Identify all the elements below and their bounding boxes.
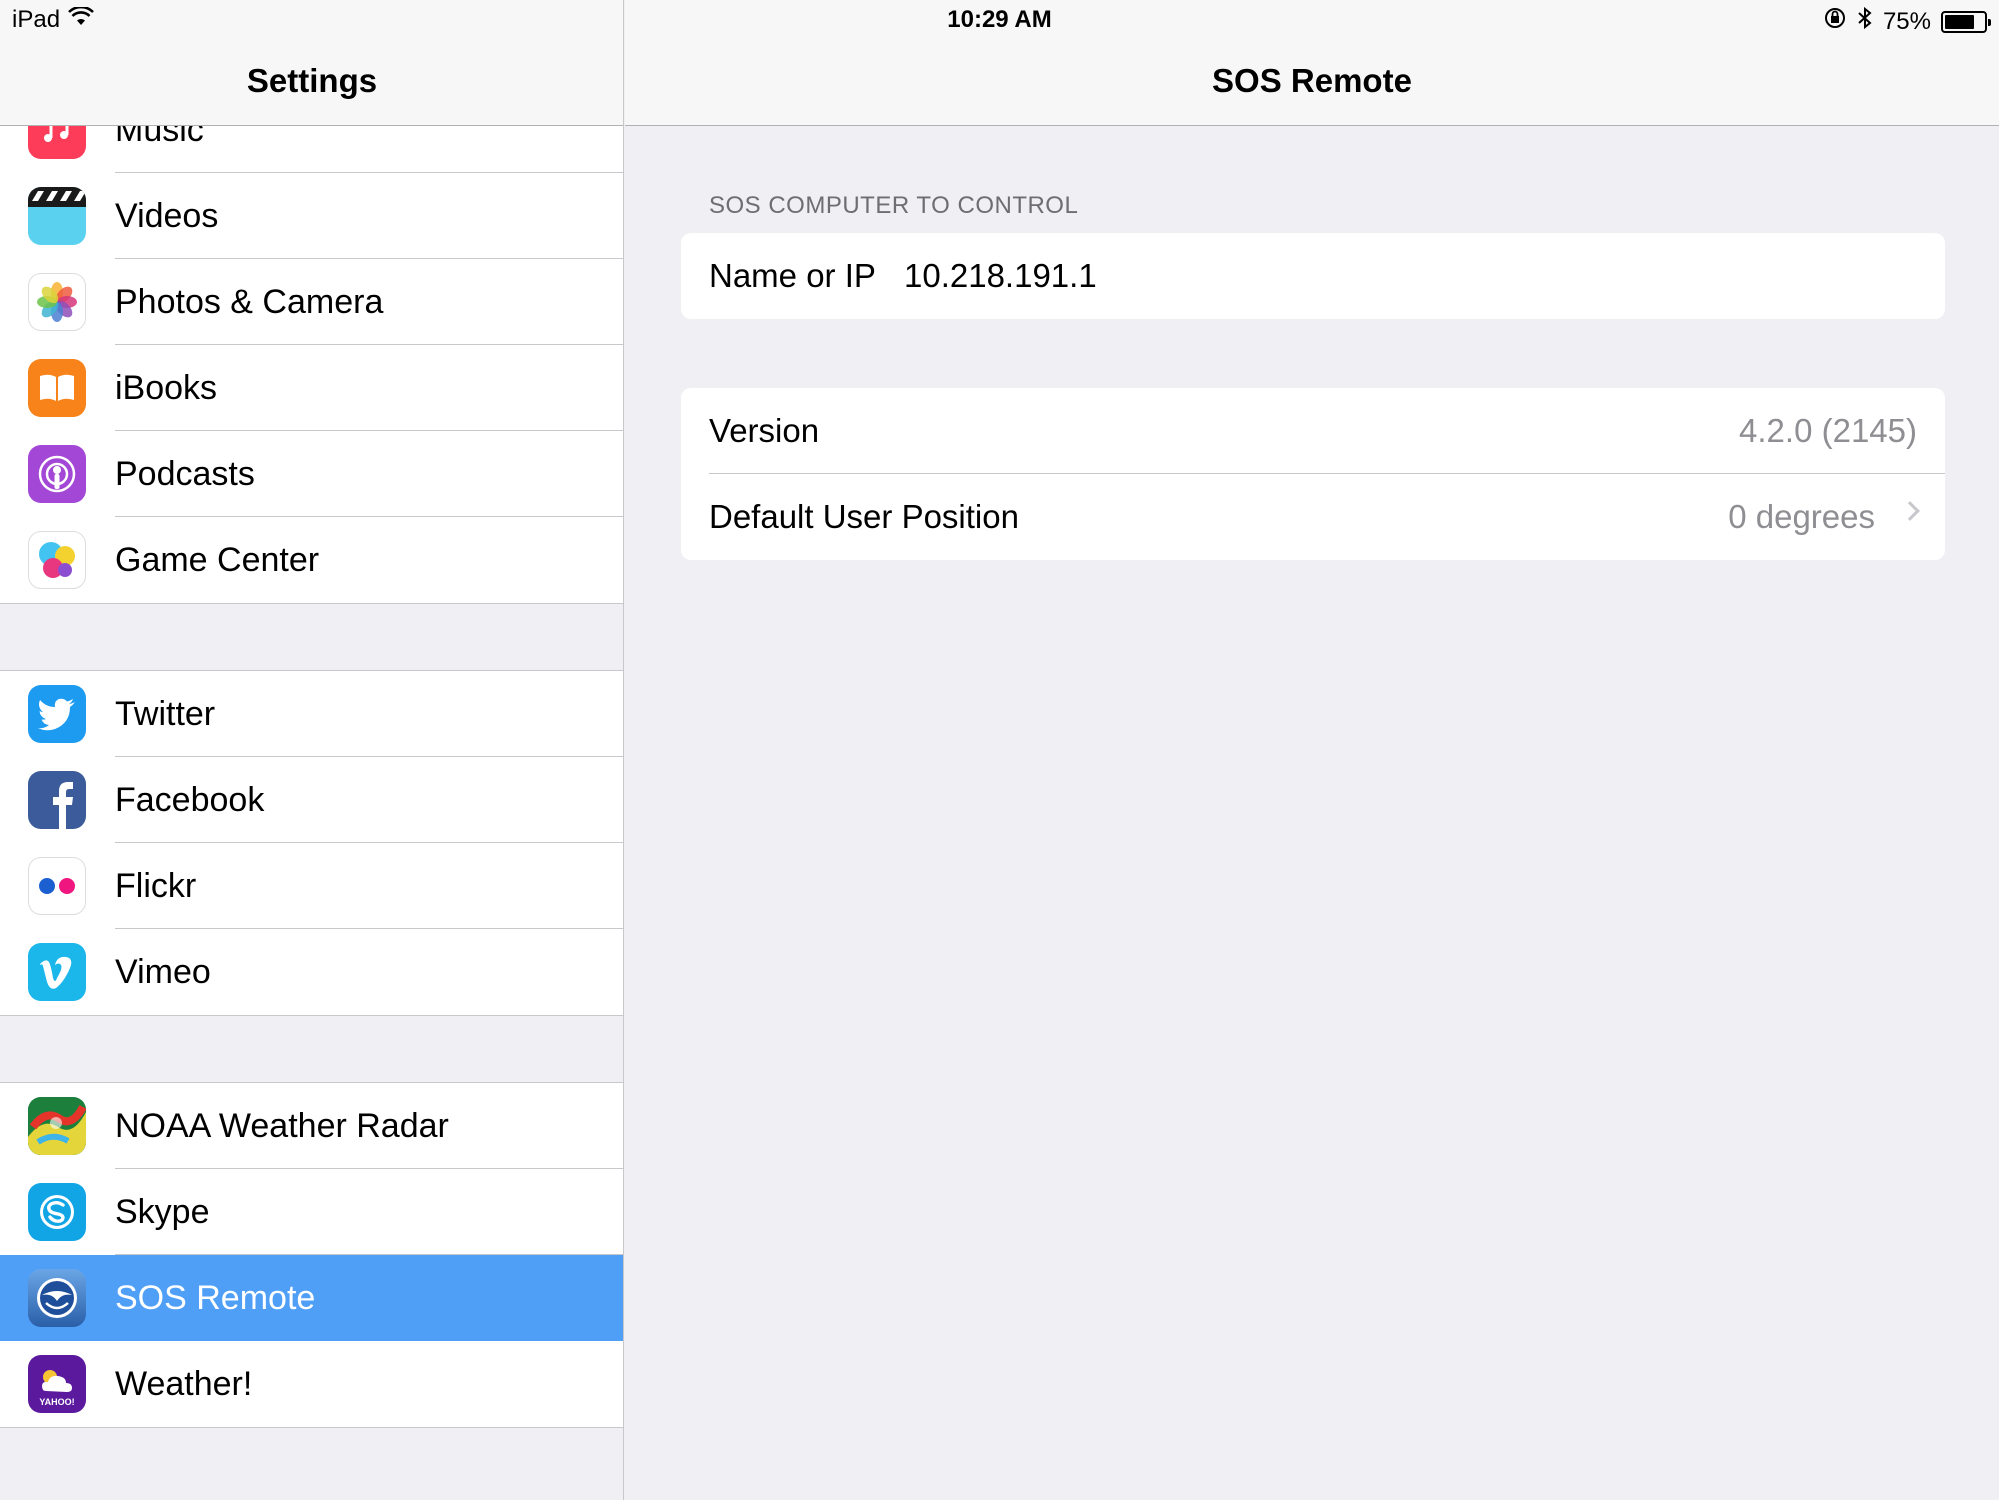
sidebar-item-label: Skype [115, 1192, 210, 1231]
sidebar-item-label: NOAA Weather Radar [115, 1106, 449, 1145]
settings-group-apps: NOAA Weather Radar Skype SOS Remote YAHO… [0, 1082, 623, 1428]
ibooks-icon [28, 359, 86, 417]
skype-icon [28, 1183, 86, 1241]
sidebar-item-label: Game Center [115, 540, 320, 579]
chevron-right-icon [1900, 501, 1920, 521]
info-card: Version 4.2.0 (2145) Default User Positi… [681, 388, 1945, 560]
photos-icon [28, 273, 86, 331]
battery-percent: 75% [1882, 7, 1931, 35]
sidebar-item-label: Photos & Camera [115, 282, 384, 321]
yahoo-weather-icon: YAHOO! [28, 1355, 86, 1413]
sidebar-item-weather[interactable]: YAHOO! Weather! [0, 1341, 623, 1427]
sidebar-item-podcasts[interactable]: Podcasts [0, 431, 623, 517]
game-center-icon [28, 531, 86, 589]
default-user-position-value: 0 degrees [1728, 498, 1875, 535]
status-time: 10:29 AM [947, 6, 1052, 33]
sidebar-item-flickr[interactable]: Flickr [0, 843, 623, 929]
podcasts-icon [28, 445, 86, 503]
version-value: 4.2.0 (2145) [1739, 412, 1917, 449]
sidebar-item-game-center[interactable]: Game Center [0, 517, 623, 603]
sidebar-title: Settings [246, 62, 378, 99]
sidebar-item-label: Twitter [115, 694, 216, 733]
sos-remote-icon [28, 1269, 86, 1327]
noaa-weather-radar-icon [28, 1097, 86, 1155]
sidebar-item-label: iBooks [115, 368, 218, 407]
sidebar-item-sos-remote[interactable]: SOS Remote [0, 1255, 623, 1341]
flickr-icon [28, 857, 86, 915]
settings-group-media: Music Videos Photos & Camera iBooks Podc… [0, 86, 623, 604]
computer-settings-card: Name or IP 10.218.191.1 [681, 233, 1945, 319]
sidebar-item-label: Videos [115, 196, 219, 235]
name-or-ip-row[interactable]: Name or IP 10.218.191.1 [681, 233, 1945, 319]
version-row: Version 4.2.0 (2145) [681, 388, 1945, 474]
page-title: SOS Remote [1212, 62, 1412, 99]
sidebar-item-facebook[interactable]: Facebook [0, 757, 623, 843]
sidebar-item-photos-camera[interactable]: Photos & Camera [0, 259, 623, 345]
section-header: SOS COMPUTER TO CONTROL [709, 192, 1079, 219]
sidebar-item-videos[interactable]: Videos [0, 173, 623, 259]
settings-group-social: Twitter Facebook Flickr Vimeo [0, 670, 623, 1016]
detail-pane: SOS Remote SOS COMPUTER TO CONTROL Name … [625, 0, 1999, 1500]
settings-sidebar: Settings Music Videos Photos & Camera iB… [0, 0, 624, 1500]
bluetooth-icon [1857, 6, 1873, 37]
sidebar-item-skype[interactable]: Skype [0, 1169, 623, 1255]
sidebar-item-label: SOS Remote [115, 1278, 316, 1317]
facebook-icon [28, 771, 86, 829]
name-or-ip-field[interactable]: 10.218.191.1 [904, 257, 1097, 295]
battery-icon [1941, 10, 1991, 33]
sidebar-item-label: Facebook [115, 780, 265, 819]
sidebar-item-label: Weather! [115, 1364, 253, 1403]
twitter-icon [28, 685, 86, 743]
videos-icon [28, 187, 86, 245]
battery-level [1945, 14, 1974, 29]
sidebar-item-label: Flickr [115, 866, 197, 905]
status-bar: iPad 10:29 AM 75% [0, 0, 1999, 40]
rotation-lock-icon [1823, 6, 1847, 37]
default-user-position-row[interactable]: Default User Position 0 degrees [681, 474, 1945, 560]
name-or-ip-label: Name or IP [709, 257, 876, 294]
vimeo-icon [28, 943, 86, 1001]
default-user-position-label: Default User Position [709, 498, 1019, 535]
sidebar-item-twitter[interactable]: Twitter [0, 671, 623, 757]
sidebar-item-label: Podcasts [115, 454, 255, 493]
yahoo-wordmark: YAHOO! [39, 1397, 74, 1407]
sidebar-item-vimeo[interactable]: Vimeo [0, 929, 623, 1015]
sidebar-item-label: Vimeo [115, 952, 211, 991]
sidebar-item-noaa-weather-radar[interactable]: NOAA Weather Radar [0, 1083, 623, 1169]
sidebar-item-ibooks[interactable]: iBooks [0, 345, 623, 431]
version-label: Version [709, 412, 820, 449]
